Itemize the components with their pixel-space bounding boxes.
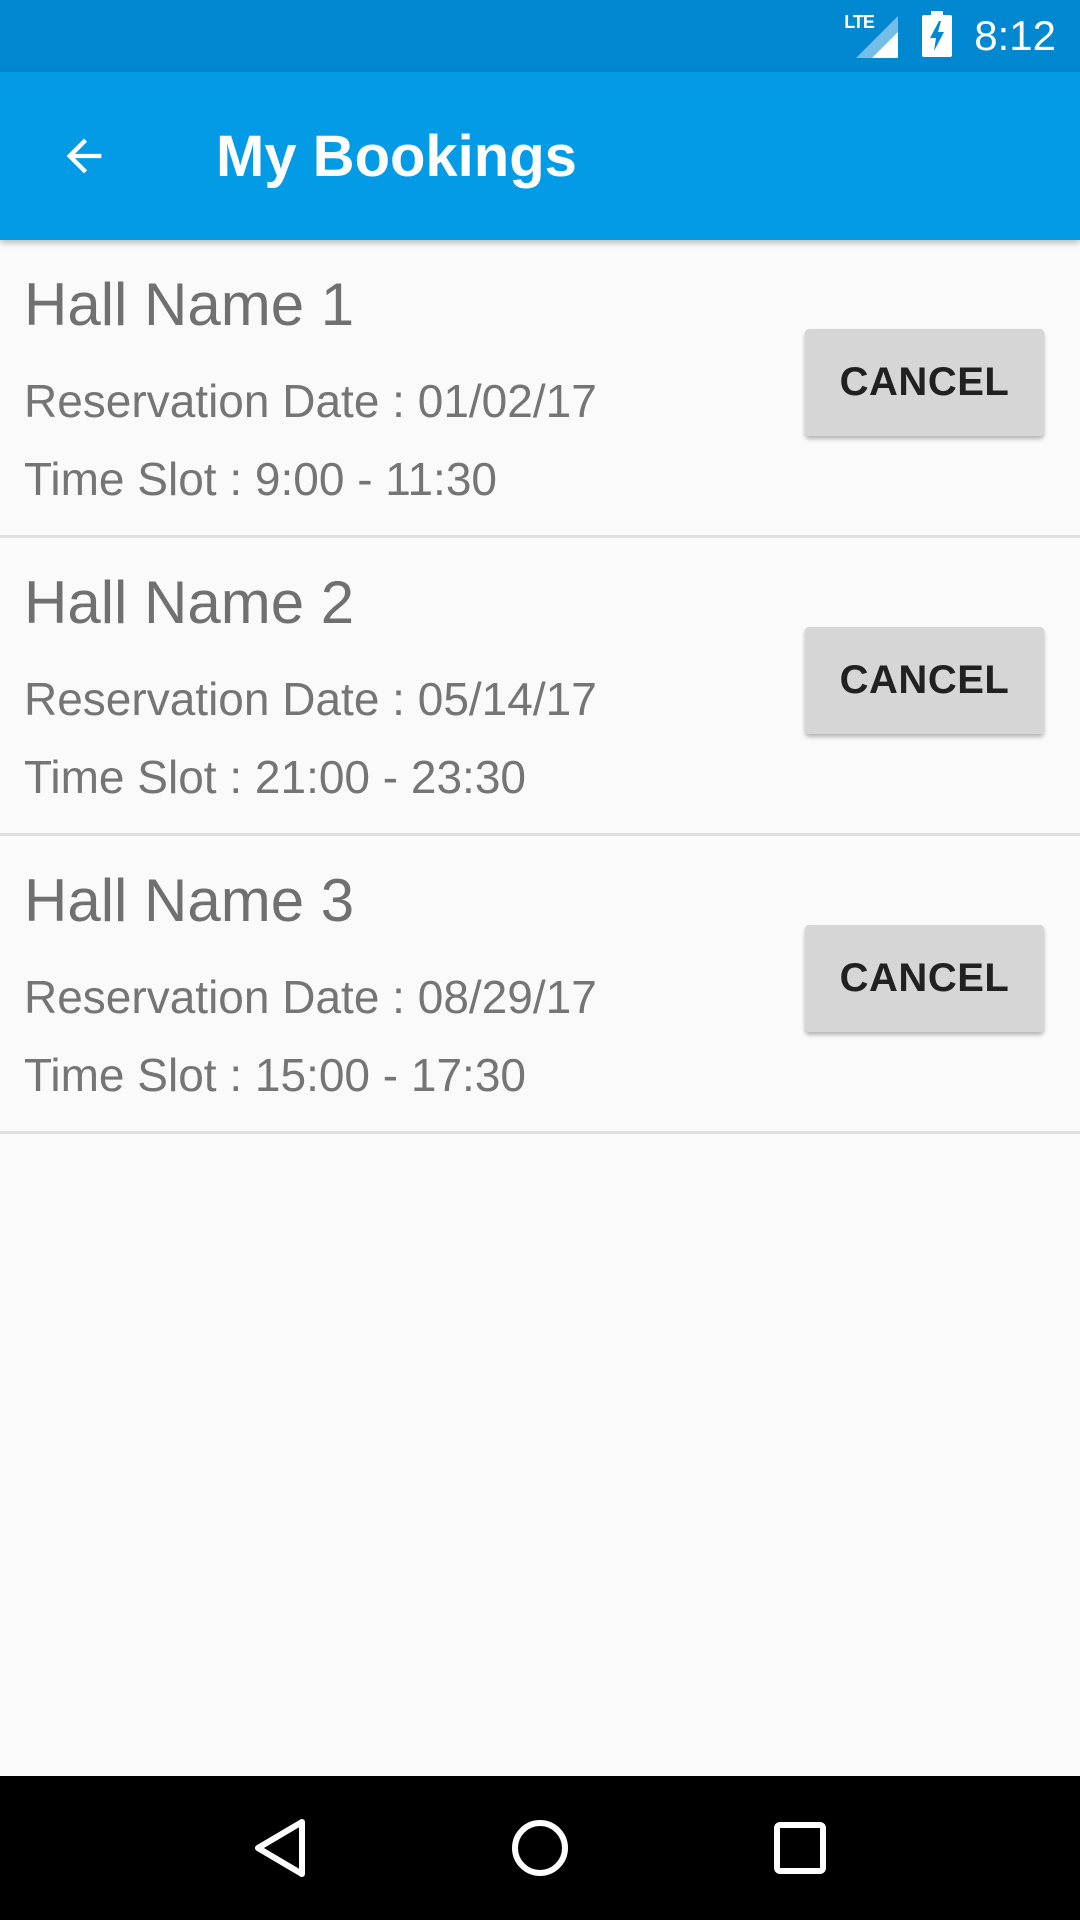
status-bar: LTE 8:12 [0, 0, 1080, 72]
battery-charging-icon [922, 10, 953, 62]
clock: 8:12 [974, 12, 1056, 59]
booking-item: Hall Name 1 Reservation Date : 01/02/17 … [0, 240, 1080, 538]
cancel-button[interactable]: CANCEL [805, 925, 1044, 1032]
time-slot: Time Slot : 21:00 - 23:30 [24, 751, 527, 803]
hall-name: Hall Name 2 [24, 569, 355, 636]
navigation-bar [0, 1776, 1080, 1920]
booking-item: Hall Name 3 Reservation Date : 08/29/17 … [0, 836, 1080, 1134]
reservation-date: Reservation Date : 01/02/17 [24, 375, 597, 427]
hall-name: Hall Name 3 [24, 867, 355, 934]
back-triangle-icon[interactable] [232, 1800, 328, 1896]
bookings-list: Hall Name 1 Reservation Date : 01/02/17 … [0, 240, 1080, 1134]
network-type-label: LTE [844, 12, 875, 32]
cancel-button[interactable]: CANCEL [805, 329, 1044, 436]
home-circle-icon[interactable] [492, 1800, 588, 1896]
time-slot: Time Slot : 15:00 - 17:30 [24, 1049, 527, 1101]
page-title: My Bookings [216, 123, 577, 189]
time-slot: Time Slot : 9:00 - 11:30 [24, 453, 498, 505]
reservation-date: Reservation Date : 08/29/17 [24, 971, 597, 1023]
app-bar: My Bookings [0, 72, 1080, 240]
signal-icon: LTE [844, 12, 900, 58]
recents-square-icon[interactable] [752, 1800, 848, 1896]
cancel-button[interactable]: CANCEL [805, 627, 1044, 734]
arrow-back-icon[interactable] [42, 114, 126, 198]
booking-item: Hall Name 2 Reservation Date : 05/14/17 … [0, 538, 1080, 836]
reservation-date: Reservation Date : 05/14/17 [24, 673, 597, 725]
hall-name: Hall Name 1 [24, 271, 355, 338]
